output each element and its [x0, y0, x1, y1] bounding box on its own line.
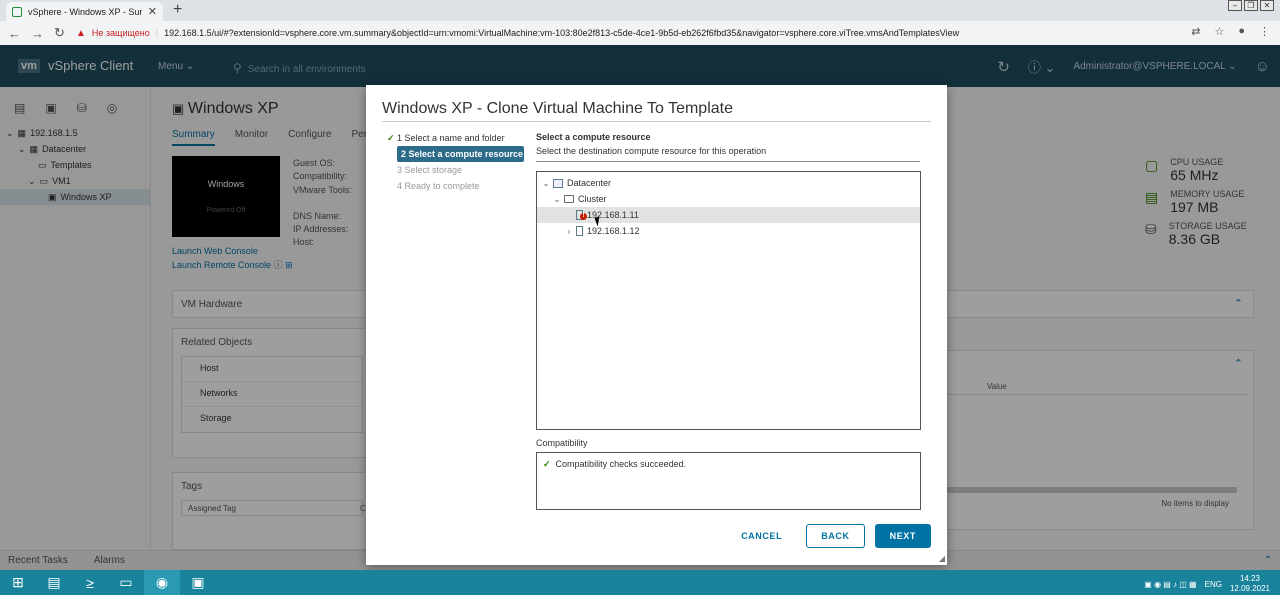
- success-check-icon: ✓: [543, 459, 551, 469]
- window-controls: – ❐ ✕: [1228, 0, 1274, 11]
- back-arrow-icon[interactable]: ←: [8, 26, 21, 41]
- tab-strip: vSphere - Windows XP - Summa ✕ + – ❐ ✕: [0, 0, 1280, 21]
- clone-to-template-dialog: Windows XP - Clone Virtual Machine To Te…: [366, 85, 947, 565]
- translate-icon[interactable]: ⇄: [1191, 25, 1200, 38]
- clock-date: 12.09.2021: [1229, 584, 1270, 593]
- next-button[interactable]: NEXT: [874, 524, 931, 548]
- cancel-button[interactable]: CANCEL: [727, 524, 797, 548]
- step-label: 2 Select a compute resource: [401, 149, 524, 159]
- restore-icon[interactable]: ❐: [1244, 0, 1258, 11]
- compatibility-message: Compatibility checks succeeded.: [555, 459, 687, 469]
- step-4: 4 Ready to complete: [397, 178, 524, 194]
- browser-chrome: vSphere - Windows XP - Summa ✕ + – ❐ ✕ ←…: [0, 0, 1280, 45]
- compatibility-box: ✓ Compatibility checks succeeded.: [536, 452, 921, 510]
- remote-desktop-icon[interactable]: ▣: [180, 570, 216, 595]
- language-indicator[interactable]: ENG: [1205, 580, 1222, 589]
- tab-title: vSphere - Windows XP - Summa: [28, 6, 142, 17]
- tray-icons[interactable]: ▣ ◉ ▤ ♪ ◫ ▦: [1144, 580, 1196, 589]
- profile-icon[interactable]: ●: [1238, 25, 1245, 38]
- section-subtitle: Select the destination compute resource …: [536, 146, 767, 156]
- address-bar-row: ← → ↻ ▲ Не защищено | 192.168.1.5/ui/#?e…: [0, 21, 1280, 45]
- close-window-icon[interactable]: ✕: [1260, 0, 1274, 11]
- back-button[interactable]: BACK: [806, 524, 865, 548]
- tree-row-host-12[interactable]: › 192.168.1.12: [537, 223, 920, 239]
- file-explorer-icon[interactable]: ▭: [108, 570, 144, 595]
- step-3: 3 Select storage: [397, 162, 524, 178]
- dialog-title: Windows XP - Clone Virtual Machine To Te…: [382, 100, 733, 117]
- tree-row-host-11[interactable]: 192.168.1.11: [537, 207, 920, 223]
- warning-icon: ▲: [76, 27, 86, 39]
- address-bar[interactable]: ▲ Не защищено | 192.168.1.5/ui/#?extensi…: [76, 24, 1180, 42]
- tree-row-datacenter[interactable]: ⌄ Datacenter: [537, 175, 920, 191]
- tree-row-cluster[interactable]: ⌄ Cluster: [537, 191, 920, 207]
- new-tab-icon[interactable]: +: [173, 1, 182, 19]
- cluster-icon: [564, 195, 574, 203]
- title-divider: [382, 121, 931, 122]
- url-text: 192.168.1.5/ui/#?extensionId=vsphere.cor…: [164, 28, 960, 38]
- datacenter-icon: [553, 178, 563, 188]
- system-tray: ▣ ◉ ▤ ♪ ◫ ▦ ENG 14:23 12.09.2021: [1144, 574, 1270, 594]
- tree-row-label: 192.168.1.12: [587, 226, 640, 236]
- more-menu-icon[interactable]: ⋮: [1259, 25, 1270, 38]
- step-label: 3 Select storage: [397, 165, 463, 175]
- browser-tab[interactable]: vSphere - Windows XP - Summa ✕: [6, 2, 163, 21]
- close-tab-icon[interactable]: ✕: [148, 5, 157, 18]
- browser-toolbar-icons: ⇄ ☆ ● ⋮: [1191, 25, 1270, 38]
- resize-handle-icon[interactable]: ◢: [939, 554, 945, 563]
- check-icon: ✓: [387, 132, 395, 143]
- step-1[interactable]: ✓ 1 Select a name and folder: [387, 130, 524, 146]
- wizard-steps: ✓ 1 Select a name and folder 2 Select a c…: [387, 130, 524, 194]
- compatibility-label: Compatibility: [536, 438, 588, 448]
- powershell-icon[interactable]: ≥: [72, 570, 108, 595]
- chevron-down-icon[interactable]: ⌄: [552, 195, 562, 204]
- start-button[interactable]: ⊞: [0, 570, 36, 595]
- vsphere-favicon-icon: [12, 6, 22, 17]
- clock[interactable]: 14:23 12.09.2021: [1230, 574, 1270, 594]
- chevron-down-icon[interactable]: ⌄: [541, 179, 551, 188]
- dialog-buttons: CANCEL BACK NEXT: [727, 524, 931, 548]
- step-label: 4 Ready to complete: [397, 181, 480, 191]
- windows-taskbar: ⊞ ▤ ≥ ▭ ◉ ▣ ▣ ◉ ▤ ♪ ◫ ▦ ENG 14:23 12.09.…: [0, 570, 1280, 595]
- reload-icon[interactable]: ↻: [54, 25, 65, 41]
- step-label: 1 Select a name and folder: [397, 133, 505, 143]
- bookmark-star-icon[interactable]: ☆: [1214, 25, 1224, 38]
- tree-row-label: Cluster: [578, 194, 607, 204]
- step-2[interactable]: 2 Select a compute resource: [397, 146, 524, 162]
- host-icon: [576, 226, 583, 236]
- not-secure-label: Не защищено: [91, 28, 150, 38]
- section-title: Select a compute resource: [536, 132, 651, 142]
- chevron-right-icon[interactable]: ›: [564, 227, 574, 236]
- tree-row-label: Datacenter: [567, 178, 612, 188]
- minimize-icon[interactable]: –: [1228, 0, 1242, 11]
- forward-arrow-icon[interactable]: →: [31, 26, 44, 41]
- server-manager-icon[interactable]: ▤: [36, 570, 72, 595]
- chrome-icon[interactable]: ◉: [144, 570, 180, 595]
- section-divider: [536, 161, 920, 162]
- clock-time: 14:23: [1239, 574, 1260, 583]
- host-warning-icon: [576, 210, 587, 220]
- compute-resource-tree: ⌄ Datacenter ⌄ Cluster 192.168.1.11 › 192.1…: [536, 171, 921, 430]
